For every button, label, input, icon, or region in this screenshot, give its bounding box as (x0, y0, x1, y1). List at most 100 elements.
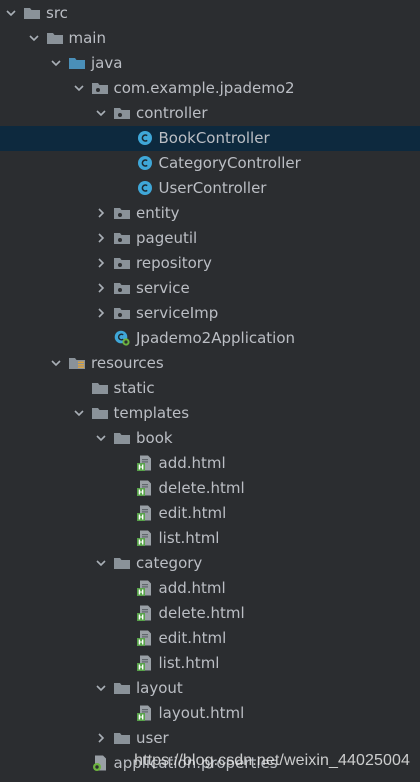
tree-item-list-html[interactable]: Hlist.html (0, 526, 420, 551)
svg-text:H: H (138, 664, 144, 671)
tree-item-layout[interactable]: layout (0, 676, 420, 701)
chevron-down-icon[interactable] (94, 106, 108, 120)
java-class-icon (136, 130, 154, 146)
tree-item-label: user (136, 729, 169, 747)
tree-item-label: CategoryController (158, 154, 301, 172)
package-icon (113, 305, 131, 321)
chevron-down-icon[interactable] (4, 6, 18, 20)
chevron-down-icon[interactable] (72, 81, 86, 95)
tree-item-service[interactable]: service (0, 276, 420, 301)
tree-item-repository[interactable]: repository (0, 251, 420, 276)
tree-item-static[interactable]: static (0, 376, 420, 401)
html-file-icon: H (136, 705, 154, 721)
tree-item-label: category (136, 554, 203, 572)
tree-item-bookcontroller[interactable]: BookController (0, 126, 420, 151)
tree-item-label: add.html (158, 454, 226, 472)
chevron-down-icon[interactable] (27, 31, 41, 45)
chevron-right-icon[interactable] (94, 731, 108, 745)
tree-item-label: java (91, 54, 123, 72)
tree-item-label: delete.html (158, 479, 245, 497)
tree-item-label: repository (136, 254, 212, 272)
tree-item-label: delete.html (158, 604, 245, 622)
chevron-right-icon[interactable] (94, 281, 108, 295)
folder-icon (113, 680, 131, 696)
chevron-right-icon[interactable] (94, 256, 108, 270)
tree-item-user[interactable]: user (0, 726, 420, 751)
package-icon (113, 205, 131, 221)
tree-item-label: src (46, 4, 68, 22)
tree-item-label: resources (91, 354, 164, 372)
html-file-icon: H (136, 655, 154, 671)
tree-item-pageutil[interactable]: pageutil (0, 226, 420, 251)
java-class-icon (136, 155, 154, 171)
html-file-icon: H (136, 480, 154, 496)
tree-item-label: add.html (158, 579, 226, 597)
tree-item-jpademo2application[interactable]: Jpademo2Application (0, 326, 420, 351)
tree-item-layout-html[interactable]: Hlayout.html (0, 701, 420, 726)
tree-item-label: controller (136, 104, 208, 122)
tree-item-label: layout (136, 679, 183, 697)
tree-item-entity[interactable]: entity (0, 201, 420, 226)
tree-item-com-example-jpademo2[interactable]: com.example.jpademo2 (0, 76, 420, 101)
tree-item-delete-html[interactable]: Hdelete.html (0, 601, 420, 626)
chevron-right-icon[interactable] (94, 206, 108, 220)
tree-item-label: main (68, 29, 106, 47)
package-icon (91, 80, 109, 96)
tree-item-book[interactable]: book (0, 426, 420, 451)
tree-item-list-html[interactable]: Hlist.html (0, 651, 420, 676)
tree-item-label: BookController (158, 129, 270, 147)
java-class-icon (136, 180, 154, 196)
svg-text:H: H (138, 714, 144, 721)
resources-folder-icon (68, 355, 86, 371)
tree-item-serviceimp[interactable]: serviceImp (0, 301, 420, 326)
svg-text:H: H (138, 464, 144, 471)
tree-item-category[interactable]: category (0, 551, 420, 576)
source-folder-icon (68, 55, 86, 71)
tree-item-label: templates (113, 404, 190, 422)
tree-item-label: serviceImp (136, 304, 219, 322)
package-icon (113, 105, 131, 121)
folder-icon (23, 5, 41, 21)
chevron-down-icon[interactable] (94, 681, 108, 695)
chevron-down-icon[interactable] (94, 556, 108, 570)
tree-item-add-html[interactable]: Hadd.html (0, 576, 420, 601)
tree-item-usercontroller[interactable]: UserController (0, 176, 420, 201)
chevron-down-icon[interactable] (49, 56, 63, 70)
folder-icon (113, 730, 131, 746)
html-file-icon: H (136, 605, 154, 621)
svg-text:H: H (138, 489, 144, 496)
tree-item-controller[interactable]: controller (0, 101, 420, 126)
tree-item-main[interactable]: main (0, 26, 420, 51)
tree-item-categorycontroller[interactable]: CategoryController (0, 151, 420, 176)
folder-icon (91, 380, 109, 396)
spring-boot-app-icon (113, 330, 131, 346)
tree-item-edit-html[interactable]: Hedit.html (0, 626, 420, 651)
tree-item-label: service (136, 279, 190, 297)
html-file-icon: H (136, 530, 154, 546)
package-icon (113, 255, 131, 271)
tree-item-add-html[interactable]: Hadd.html (0, 451, 420, 476)
tree-item-java[interactable]: java (0, 51, 420, 76)
tree-item-label: com.example.jpademo2 (113, 79, 295, 97)
tree-item-resources[interactable]: resources (0, 351, 420, 376)
tree-item-edit-html[interactable]: Hedit.html (0, 501, 420, 526)
chevron-right-icon[interactable] (94, 306, 108, 320)
svg-text:H: H (138, 639, 144, 646)
folder-icon (113, 430, 131, 446)
chevron-right-icon[interactable] (94, 231, 108, 245)
properties-file-icon (91, 755, 109, 771)
tree-item-delete-html[interactable]: Hdelete.html (0, 476, 420, 501)
folder-icon (91, 405, 109, 421)
tree-item-label: pageutil (136, 229, 198, 247)
tree-item-label: list.html (158, 654, 220, 672)
svg-text:H: H (138, 589, 144, 596)
folder-icon (113, 555, 131, 571)
html-file-icon: H (136, 505, 154, 521)
tree-item-src[interactable]: src (0, 1, 420, 26)
tree-item-templates[interactable]: templates (0, 401, 420, 426)
html-file-icon: H (136, 580, 154, 596)
chevron-down-icon[interactable] (72, 406, 86, 420)
chevron-down-icon[interactable] (94, 431, 108, 445)
chevron-down-icon[interactable] (49, 356, 63, 370)
html-file-icon: H (136, 630, 154, 646)
